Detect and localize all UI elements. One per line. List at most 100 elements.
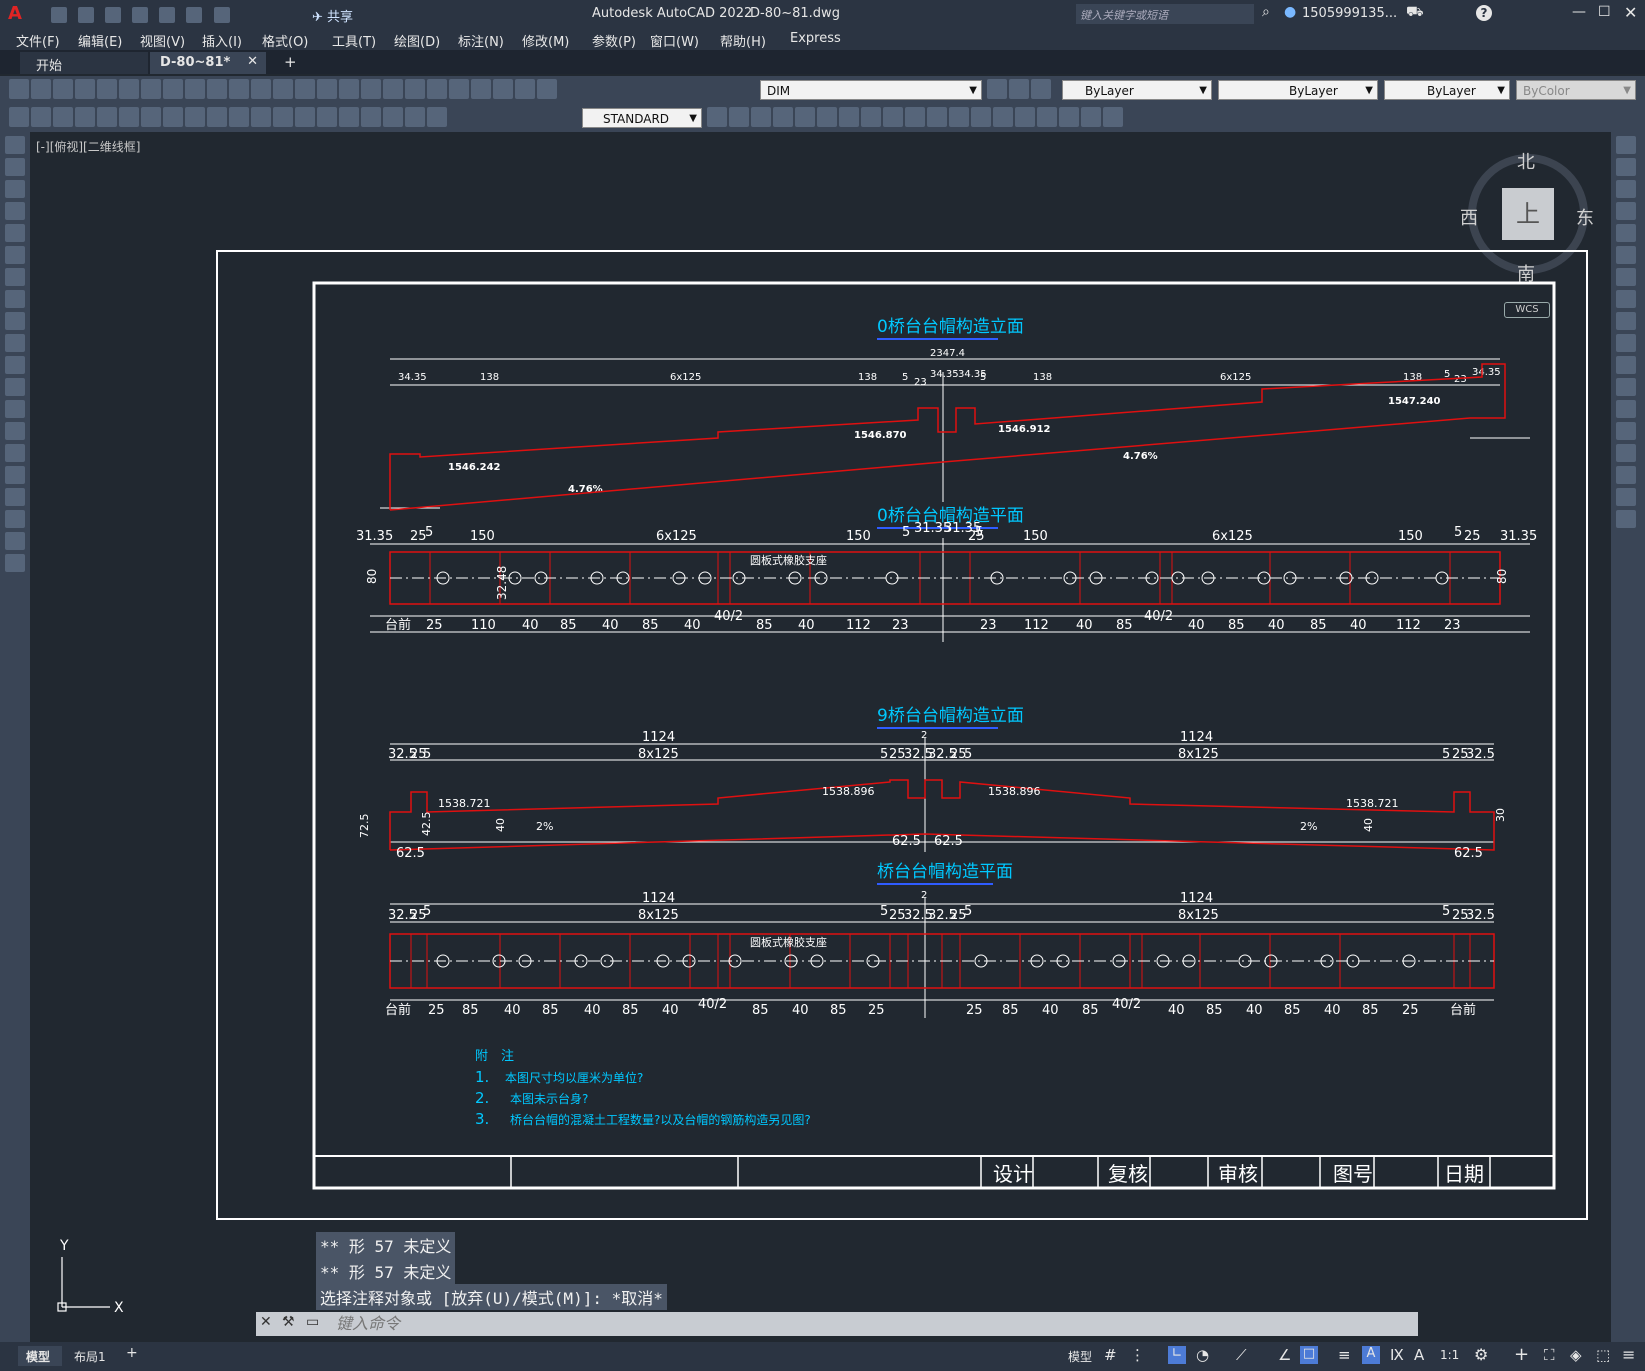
- center-mark-icon[interactable]: [317, 107, 337, 127]
- recent-commands-icon[interactable]: ▭: [306, 1314, 319, 1330]
- rectangle-icon[interactable]: [5, 224, 25, 242]
- inspection-icon[interactable]: [339, 107, 359, 127]
- search-input[interactable]: 键入关键字或短语: [1076, 4, 1254, 24]
- object-snap-track-icon[interactable]: □: [1300, 1346, 1318, 1364]
- shade-icon[interactable]: [949, 107, 969, 127]
- osnap-icon[interactable]: ∠: [1278, 1346, 1291, 1364]
- region-icon[interactable]: [5, 488, 25, 506]
- gradient-icon[interactable]: [5, 466, 25, 484]
- menu-item[interactable]: 插入(I): [202, 31, 242, 50]
- autocad-logo[interactable]: A: [8, 3, 22, 24]
- offset-icon[interactable]: [1616, 202, 1636, 220]
- layer-previous-icon[interactable]: [1009, 79, 1029, 99]
- annotation-scale-icon[interactable]: A: [1414, 1346, 1424, 1364]
- cut-icon[interactable]: [141, 79, 161, 99]
- ellipse-arc-icon[interactable]: [5, 356, 25, 374]
- point-icon[interactable]: [5, 422, 25, 440]
- calculator-icon[interactable]: [471, 79, 491, 99]
- preview-icon[interactable]: [97, 79, 117, 99]
- menu-item[interactable]: 帮助(H): [720, 31, 766, 50]
- dim-baseline-icon[interactable]: [207, 107, 227, 127]
- dim-angular-icon[interactable]: [163, 107, 183, 127]
- menu-item[interactable]: 窗口(W): [650, 31, 699, 50]
- dim-linear-icon[interactable]: [9, 107, 29, 127]
- spline-icon[interactable]: [5, 312, 25, 330]
- join-icon[interactable]: [1616, 422, 1636, 440]
- user-icon[interactable]: ●: [1284, 4, 1296, 20]
- construction-line-icon[interactable]: [5, 158, 25, 176]
- view-se-icon[interactable]: [883, 107, 903, 127]
- save-as-icon[interactable]: [132, 6, 149, 23]
- zoom-previous-icon[interactable]: [339, 79, 359, 99]
- drawing-canvas[interactable]: [-][俯视][二维线框] 上 北 南 西 东 WCS 设计 复核 审核 图号 …: [30, 132, 1611, 1342]
- copy-object-icon[interactable]: [1616, 158, 1636, 176]
- isolate-objects-icon[interactable]: ⛶: [1544, 1346, 1555, 1364]
- polyline-icon[interactable]: [5, 180, 25, 198]
- layer-state-icon[interactable]: [537, 79, 557, 99]
- menu-item[interactable]: Express: [790, 31, 841, 46]
- tolerance-icon[interactable]: [295, 107, 315, 127]
- cart-icon[interactable]: ⛟: [1406, 4, 1424, 22]
- dim-aligned-icon[interactable]: [31, 107, 51, 127]
- properties-icon[interactable]: [361, 79, 381, 99]
- save-icon[interactable]: [53, 79, 73, 99]
- hatch-icon[interactable]: [5, 444, 25, 462]
- revision-cloud-icon[interactable]: [5, 290, 25, 308]
- redo-icon[interactable]: [213, 6, 230, 23]
- insert-block-icon[interactable]: [5, 378, 25, 396]
- add-layout-icon[interactable]: +: [126, 1345, 138, 1361]
- table-icon[interactable]: [5, 510, 25, 528]
- dim-break-icon[interactable]: [273, 107, 293, 127]
- view-right-icon[interactable]: [795, 107, 815, 127]
- command-close-icon[interactable]: ✕: [260, 1314, 272, 1330]
- plus-icon[interactable]: +: [1514, 1344, 1529, 1365]
- open-icon[interactable]: [31, 79, 51, 99]
- menu-item[interactable]: 标注(N): [458, 31, 504, 50]
- open-icon[interactable]: [78, 6, 95, 23]
- explode-icon[interactable]: [1616, 510, 1636, 528]
- dimstyle-dropdown[interactable]: STANDARD ▼: [582, 108, 702, 128]
- search-icon[interactable]: ⌕: [1262, 4, 1270, 20]
- view-ne-icon[interactable]: [905, 107, 925, 127]
- add-selected-icon[interactable]: [5, 554, 25, 572]
- close-icon[interactable]: ✕: [1624, 3, 1637, 22]
- color-dropdown[interactable]: ByLayer ▼: [1062, 80, 1212, 100]
- extend-icon[interactable]: [1616, 356, 1636, 374]
- share-button[interactable]: ✈ 共享: [312, 6, 353, 25]
- fillet-icon[interactable]: [1616, 466, 1636, 484]
- settings-gear-icon[interactable]: ⚙: [1474, 1345, 1488, 1364]
- plot-icon[interactable]: [159, 6, 176, 23]
- polar-icon[interactable]: ◔: [1196, 1346, 1209, 1364]
- view-left-icon[interactable]: [773, 107, 793, 127]
- dim-arc-icon[interactable]: [53, 107, 73, 127]
- user-name[interactable]: 1505999135...: [1302, 6, 1397, 21]
- stretch-icon[interactable]: [1616, 312, 1636, 330]
- view-front-icon[interactable]: [817, 107, 837, 127]
- erase-icon[interactable]: [1616, 136, 1636, 154]
- dim-radius-icon[interactable]: [97, 107, 117, 127]
- break-icon[interactable]: [1616, 400, 1636, 418]
- qnew-icon[interactable]: [9, 79, 29, 99]
- isodraft-icon[interactable]: ⟋: [1236, 1346, 1247, 1364]
- new-icon[interactable]: [51, 6, 67, 23]
- scale-icon[interactable]: [1616, 290, 1636, 308]
- customize-icon[interactable]: ⚒: [282, 1314, 295, 1330]
- publish-icon[interactable]: [119, 79, 139, 99]
- tab-drawing[interactable]: D-80~81* ✕: [150, 52, 266, 74]
- rotate-icon[interactable]: [1616, 268, 1636, 286]
- dim-continue-icon[interactable]: [229, 107, 249, 127]
- dimstyle-icon[interactable]: [707, 107, 727, 127]
- dim-ordinate-icon[interactable]: [75, 107, 95, 127]
- undo-icon[interactable]: [186, 6, 203, 23]
- quick-dim-icon[interactable]: [185, 107, 205, 127]
- dim-text-edit-icon[interactable]: [405, 107, 425, 127]
- menu-item[interactable]: 格式(O): [262, 31, 308, 50]
- ucs-object-icon[interactable]: [1103, 107, 1123, 127]
- array-icon[interactable]: [1616, 224, 1636, 242]
- mirror-icon[interactable]: [1616, 180, 1636, 198]
- copy-icon[interactable]: [163, 79, 183, 99]
- print-icon[interactable]: [75, 79, 95, 99]
- new-tab-icon[interactable]: +: [284, 53, 297, 71]
- make-current-icon[interactable]: [987, 79, 1007, 99]
- multiline-text-icon[interactable]: [5, 532, 25, 550]
